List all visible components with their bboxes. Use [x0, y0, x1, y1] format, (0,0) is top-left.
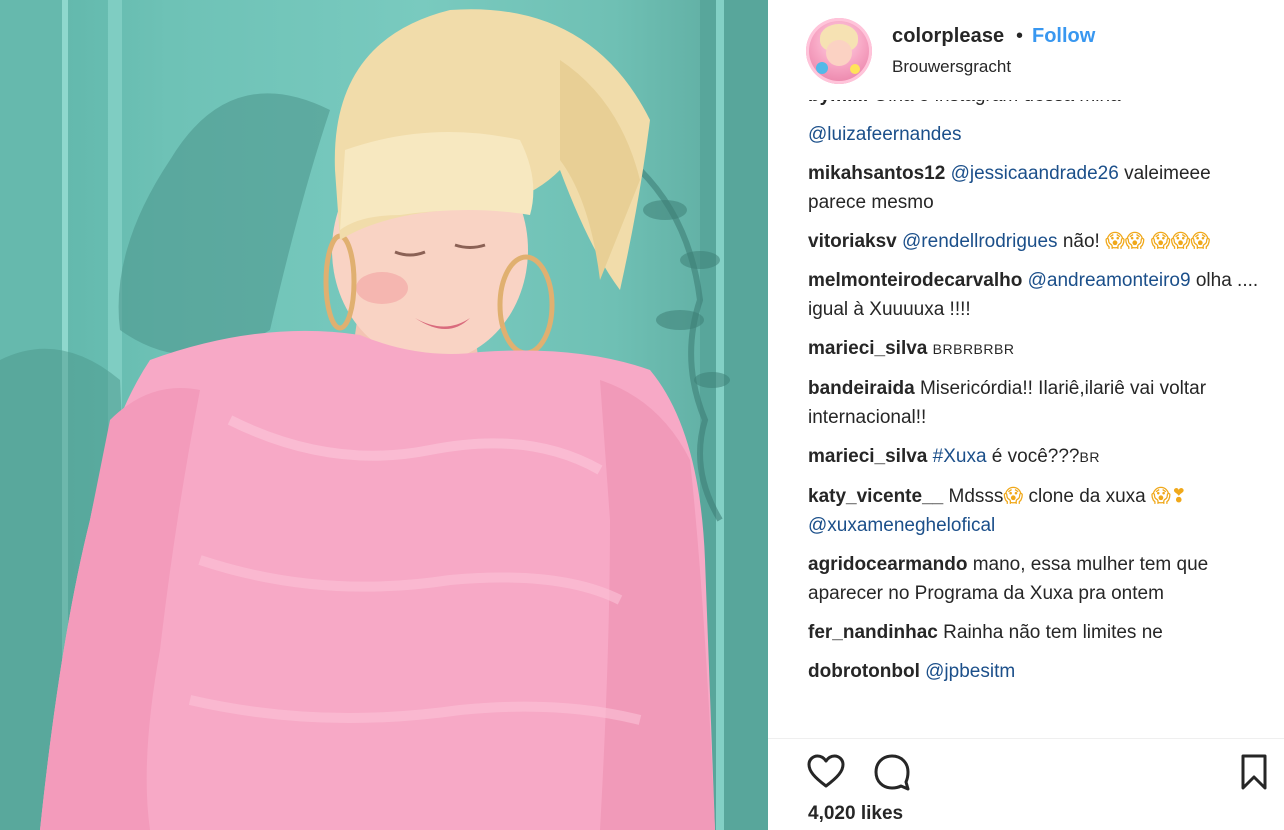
bookmark-icon[interactable]: [1234, 752, 1274, 792]
post-header: colorplease • Follow Brouwersgracht: [768, 0, 1284, 100]
comment-username[interactable]: agridocearmando: [808, 554, 967, 575]
comment-username[interactable]: fer_nandinhac: [808, 622, 938, 643]
post-photo[interactable]: [0, 0, 768, 830]
comment-username[interactable]: dobrotonbol: [808, 661, 920, 682]
comment-username[interactable]: bandeiraida: [808, 378, 915, 399]
comment-item: melmonteirodecarvalho @andreamonteiro9 o…: [808, 266, 1268, 324]
comment-emoji: 😱😱 😱😱😱: [1105, 230, 1211, 252]
post-details-panel: colorplease • Follow Brouwersgracht bymi…: [768, 0, 1284, 830]
follow-button[interactable]: Follow: [1032, 25, 1095, 48]
comment-mention-link[interactable]: #Xuxa: [933, 446, 987, 467]
comment-username[interactable]: marieci_silva: [808, 338, 927, 359]
comment-mention-link[interactable]: @xuxameneghelofical: [808, 515, 995, 536]
comment-item: marieci_silva BRBRBRBR: [808, 334, 1268, 364]
action-bar: 4,020 likes: [768, 738, 1284, 830]
comment-item: katy_vicente__ Mdsss😱 clone da xuxa 😱❣ @…: [808, 482, 1268, 540]
comment-text: é você???: [986, 446, 1080, 467]
photo-illustration: [0, 0, 768, 830]
header-separator: •: [1016, 25, 1024, 47]
comment-text: Olha o instagram dessa mina: [873, 100, 1120, 106]
comment-item: agridocearmando mano, essa mulher tem qu…: [808, 550, 1268, 608]
comment-text: clone da xuxa: [1023, 486, 1152, 507]
comment-emoji: 😱: [1003, 485, 1024, 507]
comment-mention-link[interactable]: @rendellrodrigues: [902, 231, 1058, 252]
comment-mention-link[interactable]: @luizafeernandes: [808, 124, 961, 145]
comment-text: BRBRBRBR: [932, 341, 1015, 357]
comment-username[interactable]: marieci_silva: [808, 446, 927, 467]
profile-avatar[interactable]: [806, 18, 872, 84]
comment-item: fer_nandinhac Rainha não tem limites ne: [808, 618, 1268, 647]
comment-username[interactable]: melmonteirodecarvalho: [808, 270, 1022, 291]
comment-item: marieci_silva #Xuxa é você???BR: [808, 442, 1268, 472]
heart-outline-icon[interactable]: [806, 752, 846, 792]
likes-count[interactable]: 4,020 likes: [808, 803, 903, 825]
comment-mention-link[interactable]: @andreamonteiro9: [1028, 270, 1191, 291]
comment-item: @luizafeernandes: [808, 120, 1268, 149]
comments-list[interactable]: bymilli Olha o instagram dessa mina @luiz…: [808, 100, 1268, 738]
comment-text: BR: [1079, 449, 1100, 465]
comment-text: Rainha não tem limites ne: [943, 622, 1163, 643]
comment-username[interactable]: vitoriaksv: [808, 231, 897, 252]
comment-item: bandeiraida Misericórdia!! Ilariê,ilariê…: [808, 374, 1268, 432]
comment-item: bymilli Olha o instagram dessa mina: [808, 100, 1268, 110]
comment-item: dobrotonbol @jpbesitm: [808, 657, 1268, 686]
comment-username[interactable]: katy_vicente__: [808, 486, 943, 507]
header-username[interactable]: colorplease: [892, 25, 1004, 48]
post-location[interactable]: Brouwersgracht: [892, 57, 1011, 77]
comment-username[interactable]: bymilli: [808, 100, 868, 106]
comment-text: não!: [1057, 231, 1106, 252]
comment-text: Mdsss: [948, 486, 1004, 507]
comment-emoji: 😱❣: [1151, 485, 1187, 507]
comment-mention-link[interactable]: @jessicaandrade26: [951, 163, 1119, 184]
speech-bubble-icon[interactable]: [872, 752, 912, 792]
comment-item: mikahsantos12 @jessicaandrade26 valeimee…: [808, 159, 1268, 217]
comment-item: vitoriaksv @rendellrodrigues não! 😱😱 😱😱😱: [808, 227, 1268, 256]
comment-username[interactable]: mikahsantos12: [808, 163, 945, 184]
comment-mention-link[interactable]: @jpbesitm: [925, 661, 1015, 682]
